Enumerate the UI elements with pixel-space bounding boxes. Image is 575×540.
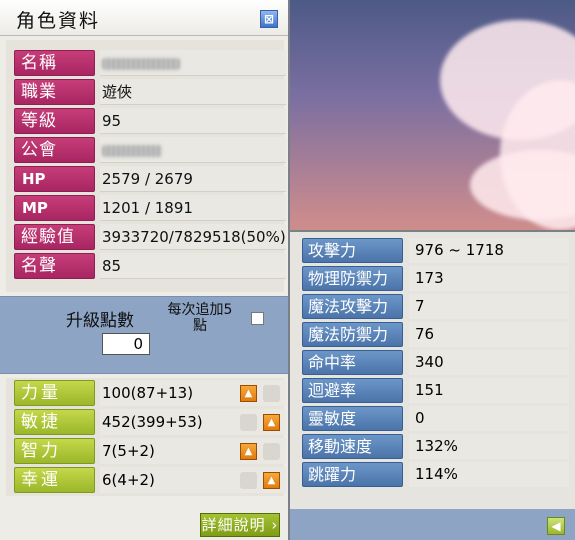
detail-row: 命中率 340 <box>302 350 570 375</box>
detail-button[interactable]: 詳細說明 › <box>200 513 280 537</box>
detail-value: 132% <box>409 434 569 459</box>
stat-value: 7(5+2) <box>100 438 286 464</box>
info-label: 經驗值 <box>14 224 95 250</box>
detail-row: 跳躍力 114% <box>302 462 570 487</box>
stat-label: 智力 <box>14 438 95 464</box>
info-row-mp: MP 1201 / 1891 <box>14 195 286 221</box>
info-label: 名聲 <box>14 253 95 279</box>
detail-label: 攻擊力 <box>302 238 403 263</box>
detail-value: 0 <box>409 406 569 431</box>
info-label: MP <box>14 195 95 221</box>
info-row-name: 名稱 <box>14 50 286 76</box>
detail-row: 魔法防禦力 76 <box>302 322 570 347</box>
detail-row: 魔法攻擊力 7 <box>302 294 570 319</box>
close-icon[interactable]: ⊠ <box>260 10 278 28</box>
detail-value: 173 <box>409 266 569 291</box>
character-info-screen: 角色資料 ⊠ 名稱 職業 遊俠 等級 95 公會 HP 2579 / 2679 … <box>0 0 575 540</box>
up-arrow-icon[interactable]: ▲ <box>240 443 257 460</box>
each-add-checkbox[interactable] <box>251 312 264 325</box>
stat-slot <box>263 385 280 402</box>
info-value-name <box>100 50 286 76</box>
info-value: 1201 / 1891 <box>100 195 286 221</box>
stat-row-str: 力量 100(87+13) ▲ <box>14 380 286 406</box>
up-arrow-icon[interactable]: ▲ <box>263 472 280 489</box>
up-arrow-icon[interactable]: ▲ <box>263 414 280 431</box>
window-titlebar[interactable]: 角色資料 ⊠ <box>0 0 288 36</box>
detail-row: 移動速度 132% <box>302 434 570 459</box>
left-arrow-icon[interactable]: ◀ <box>547 517 565 535</box>
detail-label: 跳躍力 <box>302 462 403 487</box>
character-window: 角色資料 ⊠ 名稱 職業 遊俠 等級 95 公會 HP 2579 / 2679 … <box>0 0 290 540</box>
stat-slot <box>240 414 257 431</box>
info-row-hp: HP 2579 / 2679 <box>14 166 286 192</box>
info-value-guild <box>100 137 286 163</box>
stat-row-luk: 幸運 6(4+2) ▲ <box>14 467 286 493</box>
detail-label: 靈敏度 <box>302 406 403 431</box>
stat-slot <box>263 443 280 460</box>
detail-value: 7 <box>409 294 569 319</box>
detail-value: 114% <box>409 462 569 487</box>
detail-label: 命中率 <box>302 350 403 375</box>
stat-label: 敏捷 <box>14 409 95 435</box>
each-add-label: 每次追加5點 <box>167 302 233 334</box>
info-row-job: 職業 遊俠 <box>14 79 286 105</box>
info-row-guild: 公會 <box>14 137 286 163</box>
stat-value: 452(399+53) <box>100 409 286 435</box>
info-label: 職業 <box>14 79 95 105</box>
detail-label: 物理防禦力 <box>302 266 403 291</box>
info-label: 公會 <box>14 137 95 163</box>
stats-panel: 力量 100(87+13) ▲ 敏捷 452(399+53) ▲ 智力 7(5+… <box>6 378 286 496</box>
stat-value: 6(4+2) <box>100 467 286 493</box>
info-value: 95 <box>100 108 286 134</box>
detail-stats-panel: 攻擊力 976 ~ 1718 物理防禦力 173 魔法攻擊力 7 魔法防禦力 7… <box>290 230 575 540</box>
stat-label: 幸運 <box>14 467 95 493</box>
detail-value: 976 ~ 1718 <box>409 238 569 263</box>
info-label: HP <box>14 166 95 192</box>
info-panel: 名稱 職業 遊俠 等級 95 公會 HP 2579 / 2679 MP 1201 <box>6 40 286 292</box>
detail-row: 物理防禦力 173 <box>302 266 570 291</box>
detail-label: 迴避率 <box>302 378 403 403</box>
detail-row: 迴避率 151 <box>302 378 570 403</box>
stat-value: 100(87+13) <box>100 380 286 406</box>
stat-row-dex: 敏捷 452(399+53) ▲ <box>14 409 286 435</box>
detail-button-label: 詳細說明 <box>201 516 266 534</box>
stat-row-int: 智力 7(5+2) ▲ <box>14 438 286 464</box>
window-title: 角色資料 <box>16 10 101 32</box>
detail-label: 魔法攻擊力 <box>302 294 403 319</box>
levelup-points-field[interactable]: 0 <box>102 333 150 355</box>
detail-label: 移動速度 <box>302 434 403 459</box>
info-value: 2579 / 2679 <box>100 166 286 192</box>
detail-row: 攻擊力 976 ~ 1718 <box>302 238 570 263</box>
levelup-label: 升級點數 <box>66 311 134 331</box>
levelup-panel: 升級點數 0 每次追加5點 <box>0 296 288 374</box>
info-row-fame: 名聲 85 <box>14 253 286 279</box>
info-label: 名稱 <box>14 50 95 76</box>
stat-label: 力量 <box>14 380 95 406</box>
detail-value: 340 <box>409 350 569 375</box>
up-arrow-icon[interactable]: ▲ <box>240 385 257 402</box>
detail-footer: ◀ <box>290 509 575 540</box>
info-row-exp: 經驗值 3933720/7829518(50%) <box>14 224 286 250</box>
stat-slot <box>240 472 257 489</box>
detail-value: 151 <box>409 378 569 403</box>
info-row-level: 等級 95 <box>14 108 286 134</box>
detail-value: 76 <box>409 322 569 347</box>
detail-label: 魔法防禦力 <box>302 322 403 347</box>
info-value: 85 <box>100 253 286 279</box>
info-value: 3933720/7829518(50%) <box>100 224 286 250</box>
info-value: 遊俠 <box>100 79 286 105</box>
detail-row: 靈敏度 0 <box>302 406 570 431</box>
info-label: 等級 <box>14 108 95 134</box>
